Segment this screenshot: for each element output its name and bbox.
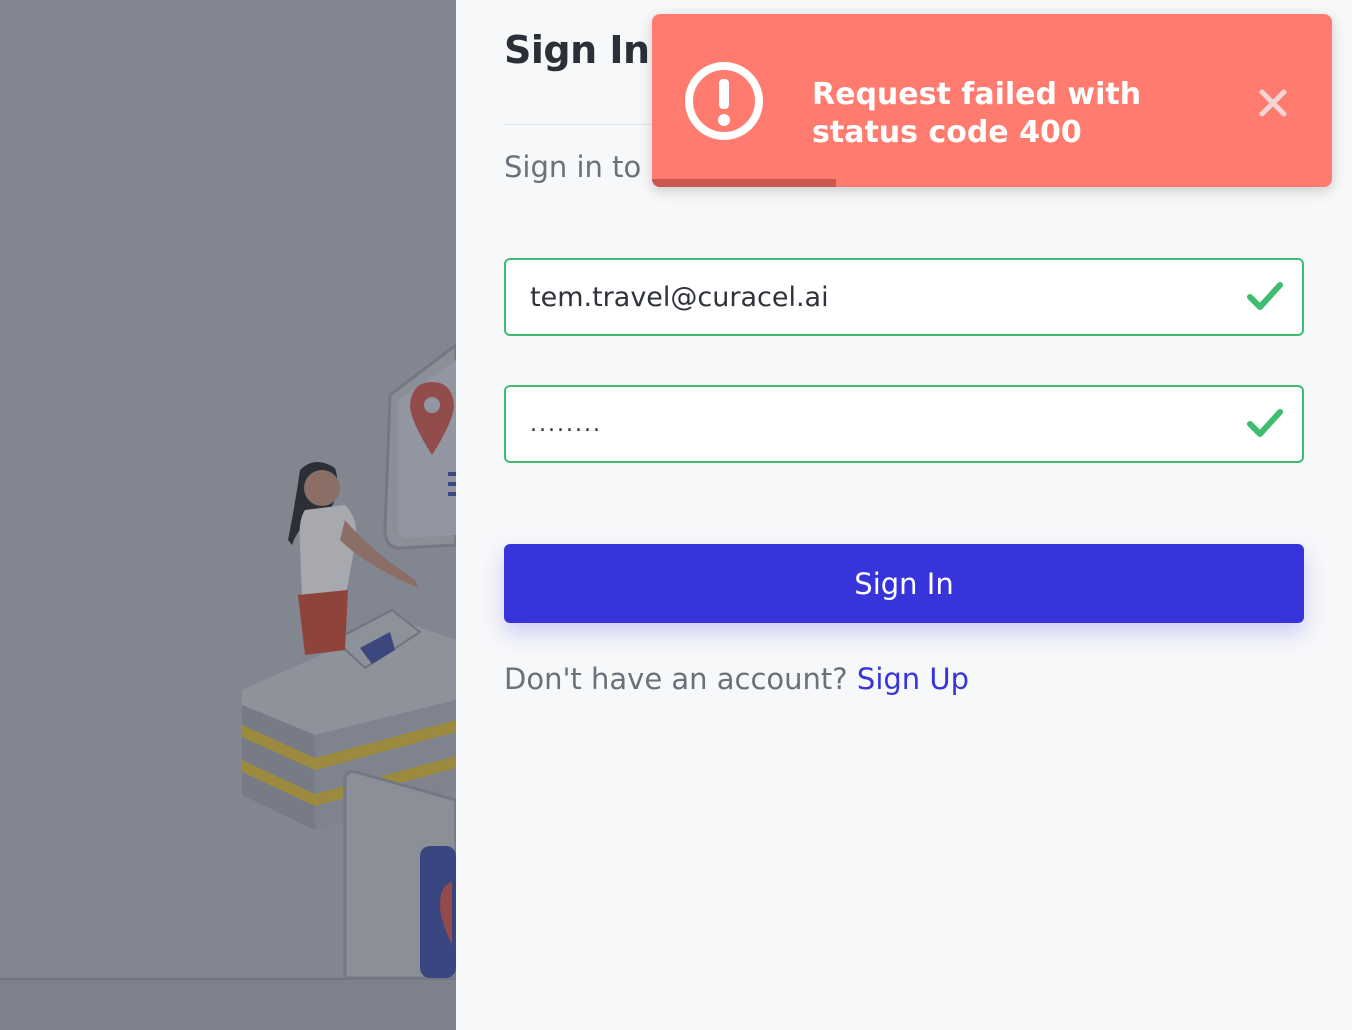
sign-in-button[interactable]: Sign In <box>504 544 1304 623</box>
email-input[interactable] <box>530 260 1220 334</box>
email-field <box>504 258 1304 336</box>
toast-progress-bar <box>652 179 836 187</box>
illustration-panel <box>0 0 456 1030</box>
error-toast: Request failed with status code 400 <box>652 14 1332 187</box>
sign-up-link[interactable]: Sign Up <box>857 662 969 696</box>
check-icon <box>1247 409 1283 437</box>
check-icon <box>1247 282 1283 310</box>
password-input[interactable] <box>530 387 1220 461</box>
password-field <box>504 385 1304 463</box>
subtitle: Sign in to c <box>504 150 667 184</box>
page-title: Sign In <box>504 28 650 72</box>
close-icon[interactable] <box>1252 82 1294 124</box>
no-account-text: Don't have an account? <box>504 662 848 696</box>
travel-agent-illustration <box>0 343 456 1030</box>
alert-circle-icon <box>685 62 763 140</box>
toast-message: Request failed with status code 400 <box>812 77 1142 150</box>
signup-prompt: Don't have an account? Sign Up <box>504 662 969 696</box>
